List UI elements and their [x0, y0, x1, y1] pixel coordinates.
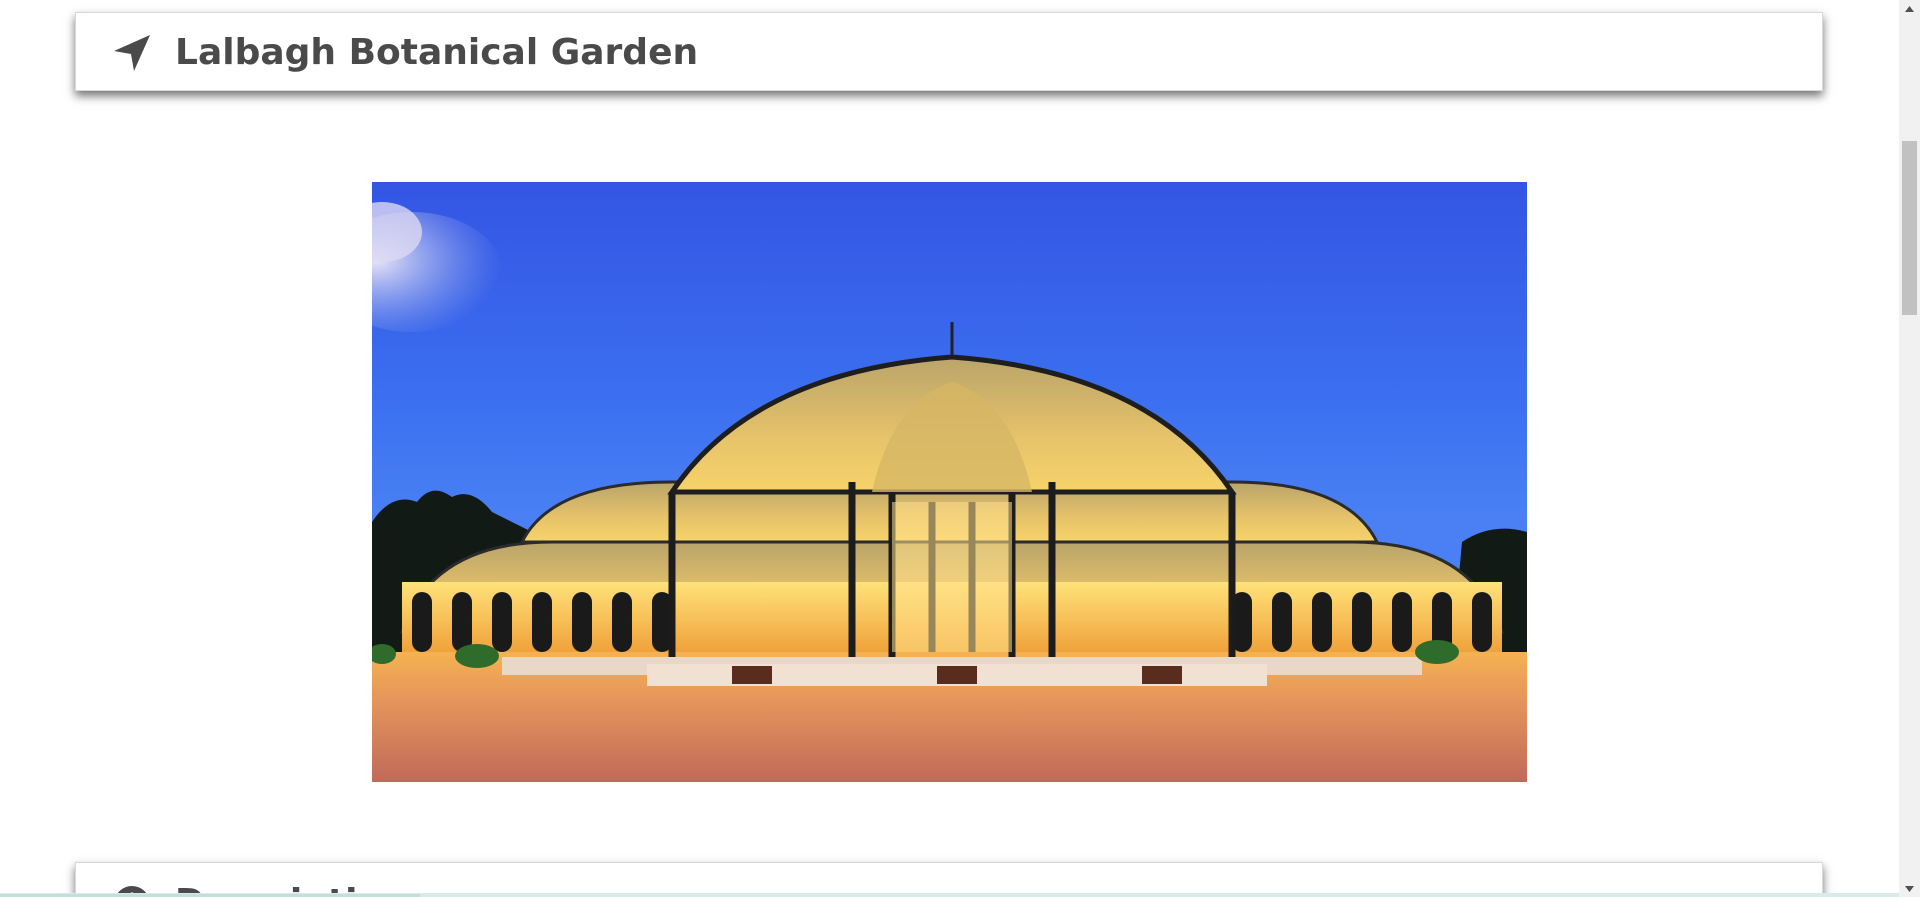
scroll-down-arrow-icon[interactable] [1899, 880, 1920, 897]
vertical-scrollbar[interactable] [1899, 0, 1920, 897]
scroll-up-arrow-icon[interactable] [1899, 0, 1920, 17]
scrollbar-thumb[interactable] [1902, 141, 1917, 315]
location-arrow-icon [112, 33, 152, 73]
place-photo [372, 182, 1527, 782]
description-card: Description [75, 862, 1823, 897]
place-title: Lalbagh Botanical Garden [175, 32, 699, 73]
place-title-card: Lalbagh Botanical Garden [75, 12, 1823, 91]
page-viewport: Lalbagh Botanical Garden [0, 0, 1899, 897]
